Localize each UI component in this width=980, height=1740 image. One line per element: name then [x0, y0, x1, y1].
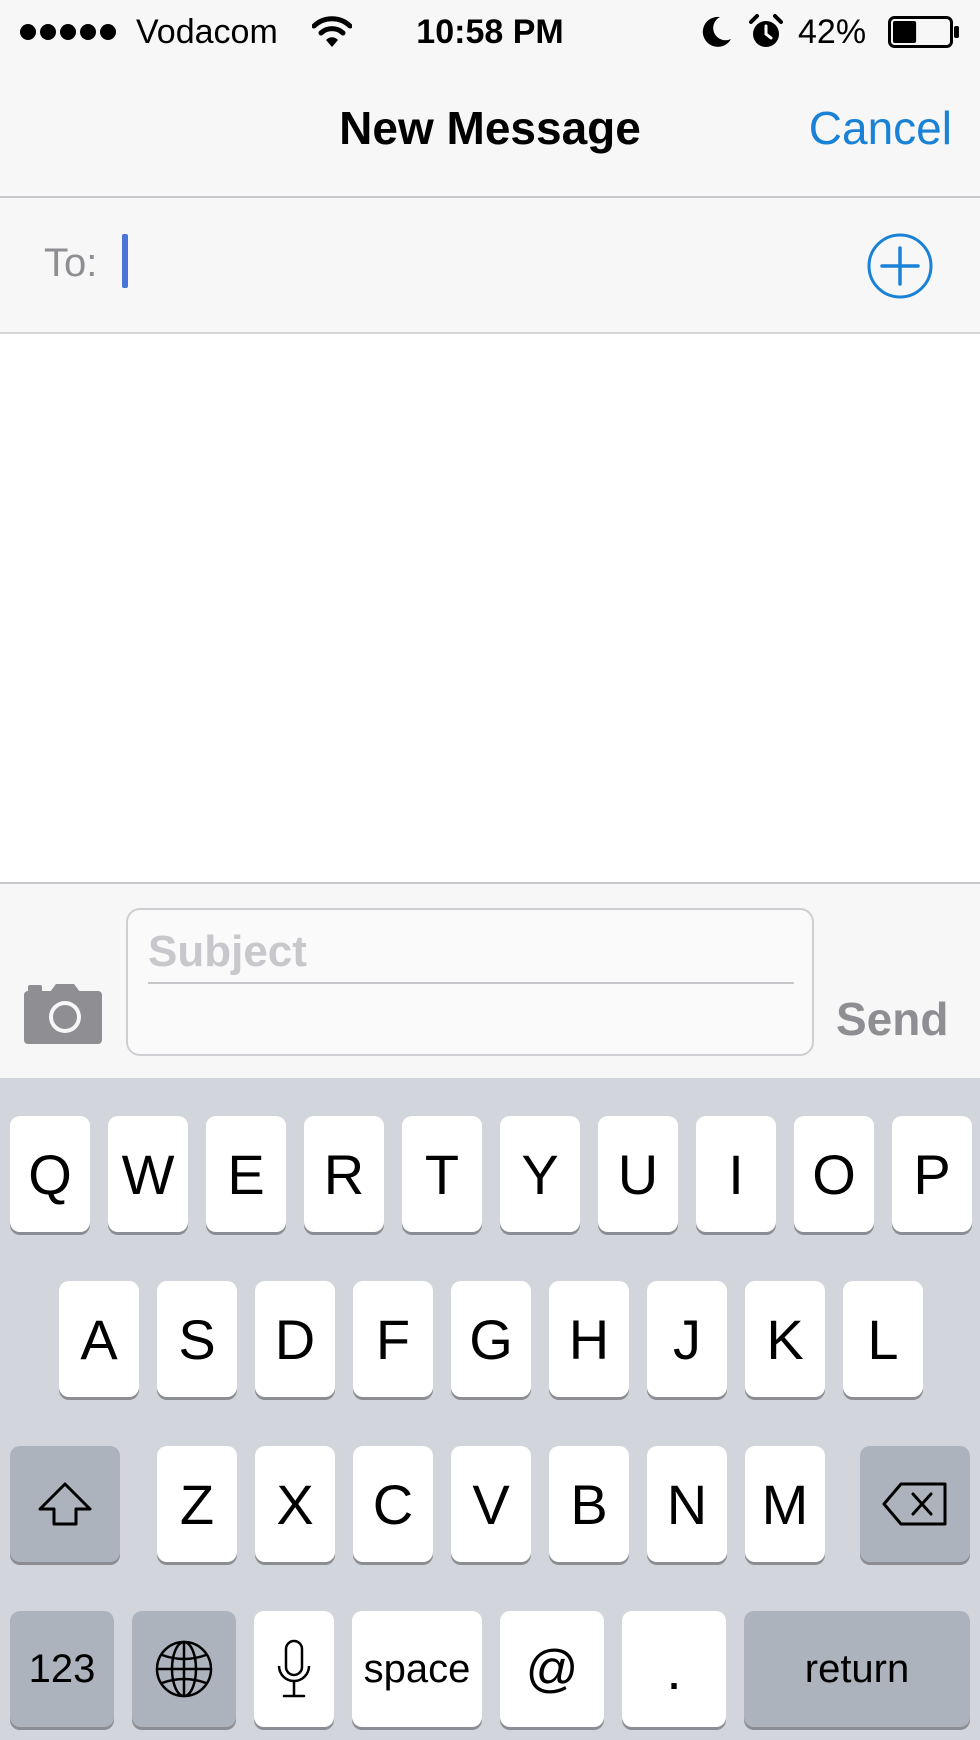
- key-n[interactable]: N: [647, 1446, 727, 1562]
- message-body-input[interactable]: [148, 990, 794, 1048]
- key-v[interactable]: V: [451, 1446, 531, 1562]
- subject-input[interactable]: [148, 920, 794, 984]
- key-z[interactable]: Z: [157, 1446, 237, 1562]
- key-y[interactable]: Y: [500, 1116, 580, 1232]
- return-key[interactable]: return: [744, 1611, 970, 1727]
- battery-fill: [893, 21, 917, 43]
- signal-dot: [80, 24, 96, 40]
- space-key[interactable]: space: [352, 1611, 482, 1727]
- key-i[interactable]: I: [696, 1116, 776, 1232]
- battery-percentage: 42%: [798, 13, 867, 51]
- add-contact-icon[interactable]: [866, 232, 934, 300]
- key-p[interactable]: P: [892, 1116, 972, 1232]
- wifi-icon: [312, 16, 352, 47]
- globe-icon: [155, 1640, 213, 1698]
- signal-dot: [20, 24, 36, 40]
- key-u[interactable]: U: [598, 1116, 678, 1232]
- status-bar: Vodacom 10:58 PM 42%: [0, 0, 980, 64]
- key-b[interactable]: B: [549, 1446, 629, 1562]
- send-button[interactable]: Send: [836, 992, 948, 1046]
- keyboard: Q W E R T Y U I O P A S D F G H J K L Z …: [0, 1078, 980, 1740]
- dictation-key[interactable]: [254, 1611, 334, 1727]
- key-x[interactable]: X: [255, 1446, 335, 1562]
- key-c[interactable]: C: [353, 1446, 433, 1562]
- language-key[interactable]: [132, 1611, 236, 1727]
- moon-icon: [702, 16, 731, 47]
- key-f[interactable]: F: [353, 1281, 433, 1397]
- key-a[interactable]: A: [59, 1281, 139, 1397]
- key-o[interactable]: O: [794, 1116, 874, 1232]
- key-l[interactable]: L: [843, 1281, 923, 1397]
- signal-dot: [60, 24, 76, 40]
- shift-icon: [38, 1482, 92, 1526]
- key-q[interactable]: Q: [10, 1116, 90, 1232]
- at-key[interactable]: @: [500, 1611, 604, 1727]
- key-e[interactable]: E: [206, 1116, 286, 1232]
- numbers-key[interactable]: 123: [10, 1611, 114, 1727]
- text-cursor: [122, 234, 128, 288]
- message-thread-area: [0, 334, 980, 882]
- key-m[interactable]: M: [745, 1446, 825, 1562]
- backspace-icon: [882, 1482, 947, 1526]
- signal-dot: [100, 24, 116, 40]
- signal-dot: [40, 24, 56, 40]
- signal-strength-icon: [20, 24, 116, 40]
- key-k[interactable]: K: [745, 1281, 825, 1397]
- recipient-row: To:: [0, 198, 980, 334]
- navigation-bar: New Message Cancel: [0, 64, 980, 198]
- carrier-name: Vodacom: [136, 13, 278, 51]
- delete-key[interactable]: [860, 1446, 970, 1562]
- key-s[interactable]: S: [157, 1281, 237, 1397]
- recipient-input[interactable]: [120, 232, 840, 294]
- to-label: To:: [44, 241, 98, 285]
- compose-bar: Send: [0, 882, 980, 1078]
- key-w[interactable]: W: [108, 1116, 188, 1232]
- period-key[interactable]: .: [622, 1611, 726, 1727]
- cancel-button[interactable]: Cancel: [809, 100, 952, 156]
- key-g[interactable]: G: [451, 1281, 531, 1397]
- alarm-icon: [749, 14, 783, 47]
- compose-field: [126, 908, 814, 1056]
- key-h[interactable]: H: [549, 1281, 629, 1397]
- camera-icon[interactable]: [24, 982, 102, 1044]
- key-d[interactable]: D: [255, 1281, 335, 1397]
- battery-icon: [888, 16, 959, 48]
- key-r[interactable]: R: [304, 1116, 384, 1232]
- subject-divider: [148, 982, 794, 984]
- shift-key[interactable]: [10, 1446, 120, 1562]
- key-t[interactable]: T: [402, 1116, 482, 1232]
- microphone-icon: [277, 1639, 311, 1698]
- key-j[interactable]: J: [647, 1281, 727, 1397]
